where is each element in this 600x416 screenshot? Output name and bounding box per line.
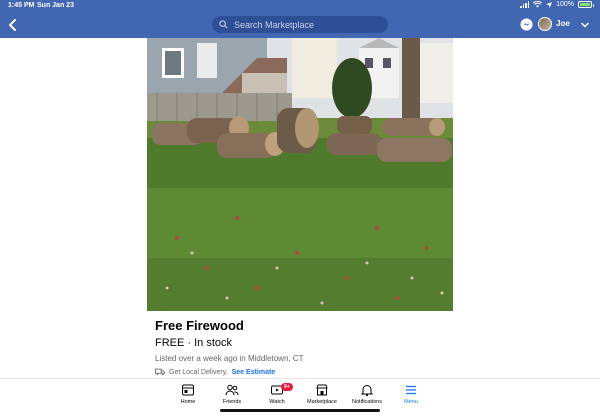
- location-icon: [546, 1, 553, 8]
- listing-price: FREE · In stock: [155, 337, 233, 349]
- listing-detail: Free Firewood FREE · In stock Listed ove…: [0, 38, 600, 378]
- cellular-signal-icon: [520, 1, 530, 8]
- listing-photo[interactable]: [147, 38, 453, 311]
- listing-title: Free Firewood: [155, 318, 244, 333]
- wifi-icon: [533, 1, 543, 8]
- tab-friends[interactable]: Friends: [212, 383, 252, 405]
- firewood-photo-image: [147, 38, 453, 311]
- menu-icon: [406, 385, 416, 395]
- status-time: 1:45 PM: [8, 2, 35, 9]
- marketplace-icon: [316, 384, 328, 396]
- see-estimate-link[interactable]: See Estimate: [232, 369, 276, 376]
- status-date: Sun Jan 23: [37, 2, 74, 9]
- listing-meta: Listed over a week ago in Middletown, CT: [155, 354, 304, 363]
- chevron-down-icon[interactable]: [580, 20, 590, 30]
- delivery-text: Get Local Delivery.: [169, 368, 228, 376]
- tab-home-label: Home: [180, 399, 196, 405]
- tab-watch[interactable]: 9+ Watch: [257, 383, 297, 405]
- listing-info: Free Firewood FREE · In stock Listed ove…: [155, 318, 455, 376]
- tab-watch-label: Watch: [269, 399, 285, 405]
- messenger-icon[interactable]: [520, 18, 533, 31]
- watch-badge: 9+: [281, 383, 293, 391]
- avatar[interactable]: [538, 17, 552, 31]
- back-chevron-icon[interactable]: [7, 18, 19, 32]
- bell-icon: [360, 385, 374, 397]
- search-placeholder: Search Marketplace: [234, 19, 315, 30]
- top-nav-bar: Search Marketplace Joe: [0, 12, 600, 38]
- tab-friends-label: Friends: [222, 399, 242, 405]
- tab-home[interactable]: Home: [168, 383, 208, 405]
- tab-notifications[interactable]: Notifications: [347, 383, 387, 405]
- tab-menu[interactable]: Menu: [391, 383, 431, 405]
- home-icon: [182, 384, 194, 396]
- home-indicator[interactable]: [220, 409, 380, 412]
- battery-percent: 100%: [556, 1, 574, 8]
- search-icon: [212, 20, 234, 29]
- tab-menu-label: Menu: [404, 399, 418, 405]
- battery-icon: [578, 1, 594, 8]
- truck-icon: [155, 368, 165, 376]
- status-bar: 1:45 PM Sun Jan 23 100%: [0, 0, 600, 12]
- status-indicators: 100%: [520, 1, 594, 8]
- friends-icon: [225, 384, 239, 396]
- profile-name[interactable]: Joe: [556, 19, 570, 28]
- search-marketplace-input[interactable]: Search Marketplace: [212, 16, 388, 33]
- bottom-tab-bar: Home Friends 9+ Watch Marketplace Notifi…: [0, 378, 600, 416]
- tab-marketplace-label: Marketplace: [307, 399, 337, 405]
- tab-marketplace[interactable]: Marketplace: [302, 383, 342, 405]
- tab-notifications-label: Notifications: [352, 399, 382, 405]
- delivery-row: Get Local Delivery. See Estimate: [155, 368, 455, 376]
